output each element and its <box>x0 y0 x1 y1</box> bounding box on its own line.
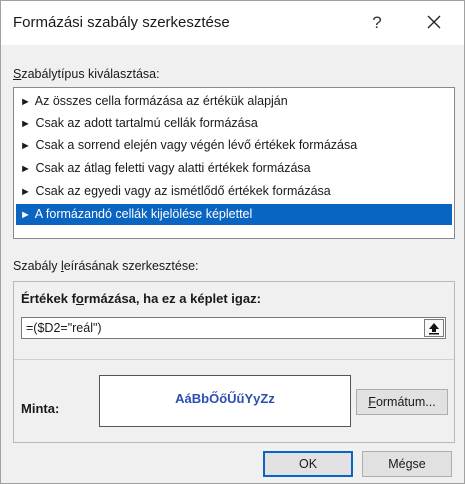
close-button[interactable] <box>416 10 452 36</box>
dialog-title: Formázási szabály szerkesztése <box>13 14 230 31</box>
arrow-right-icon: ► <box>20 140 31 152</box>
rule-description-label: Szabály leírásának szerkesztése: <box>13 259 199 273</box>
close-icon <box>427 15 441 29</box>
cancel-button[interactable]: Mégse <box>362 451 452 477</box>
arrow-right-icon: ► <box>20 96 31 108</box>
collapse-dialog-icon <box>429 323 439 335</box>
rule-type-label: Szabálytípus kiválasztása: <box>13 67 160 81</box>
rule-type-item-selected[interactable]: ► A formázandó cellák kijelölése képlett… <box>16 204 452 225</box>
rule-type-list[interactable]: ► Az összes cella formázása az értékük a… <box>13 87 455 239</box>
format-button[interactable]: Formátum... <box>356 389 448 415</box>
collapse-dialog-button[interactable] <box>424 319 444 337</box>
arrow-right-icon: ► <box>20 118 31 130</box>
edit-formatting-rule-dialog: Formázási szabály szerkesztése ? Szabály… <box>0 0 465 484</box>
arrow-right-icon: ► <box>20 186 31 198</box>
arrow-right-icon: ► <box>20 163 31 175</box>
rule-description-panel: Értékek formázása, ha ez a képlet igaz: … <box>13 281 455 443</box>
rule-type-item[interactable]: ► Az összes cella formázása az értékük a… <box>16 91 452 112</box>
formula-heading: Értékek formázása, ha ez a képlet igaz: <box>21 291 261 306</box>
sample-preview: AáBbŐőŰűYyZz <box>99 375 351 427</box>
rule-type-item[interactable]: ► Csak a sorrend elején vagy végén lévő … <box>16 135 452 156</box>
title-bar: Formázási szabály szerkesztése ? <box>1 1 464 45</box>
rule-type-item[interactable]: ► Csak az egyedi vagy az ismétlődő érték… <box>16 181 452 202</box>
sample-text: AáBbŐőŰűYyZz <box>175 391 275 406</box>
formula-input[interactable]: =($D2="reál") <box>21 317 446 339</box>
arrow-right-icon: ► <box>20 209 31 221</box>
formula-value[interactable]: =($D2="reál") <box>26 321 102 335</box>
ok-button[interactable]: OK <box>263 451 353 477</box>
divider <box>14 359 454 360</box>
help-icon: ? <box>372 13 382 32</box>
rule-type-item[interactable]: ► Csak az adott tartalmú cellák formázás… <box>16 113 452 134</box>
sample-label: Minta: <box>21 401 60 416</box>
rule-type-item[interactable]: ► Csak az átlag feletti vagy alatti érté… <box>16 158 452 179</box>
help-button[interactable]: ? <box>361 10 393 36</box>
